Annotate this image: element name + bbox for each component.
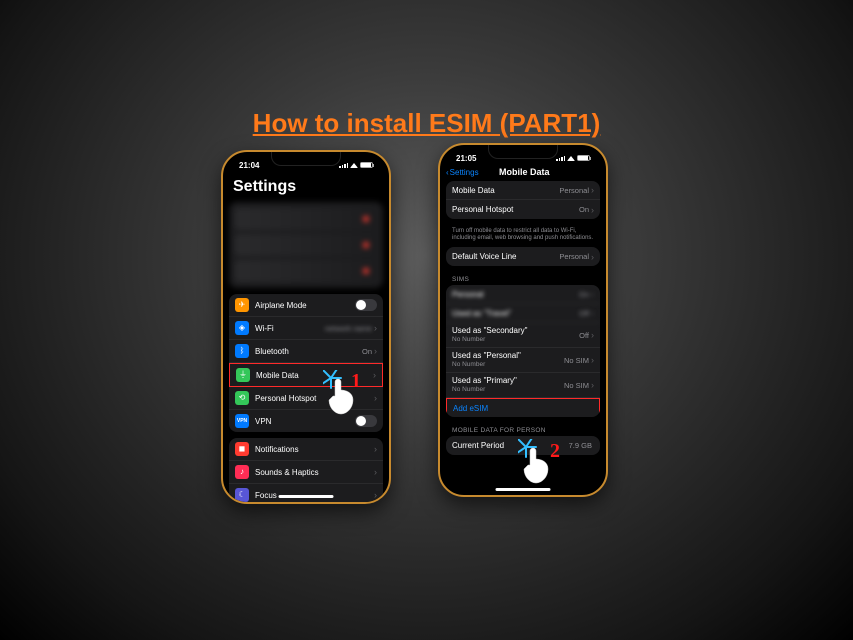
chevron-right-icon: › (374, 467, 377, 477)
battery-icon (577, 155, 590, 161)
row-wifi[interactable]: ◈ Wi-Fi network name › (229, 317, 383, 340)
phone-screenshot-2: 21:05 ‹ Settings Mobile Data Mobile Data… (438, 143, 608, 497)
row-sim[interactable]: Used as "Personal" No Number No SIM › (446, 348, 600, 373)
row-value: 7.9 GB (569, 441, 592, 450)
sim-sublabel: No Number (452, 336, 579, 343)
row-label: Wi-Fi (255, 324, 325, 333)
row-default-voice-line[interactable]: Default Voice Line Personal › (446, 247, 600, 266)
home-indicator (279, 495, 334, 498)
bluetooth-value: On (362, 347, 372, 356)
screen-title: Mobile Data (449, 167, 600, 177)
row-label: Used as "Primary" No Number (452, 377, 564, 393)
chevron-right-icon: › (591, 252, 594, 262)
phone-notch (488, 145, 558, 159)
row-value: No SIM (564, 356, 589, 365)
chevron-right-icon: › (374, 444, 377, 454)
page-title: How to install ESIM (PART1) (0, 108, 853, 139)
row-label: Used as "Personal" No Number (452, 352, 564, 368)
row-mobile-data-plan[interactable]: Mobile Data Personal › (446, 181, 600, 200)
row-value: Personal (559, 252, 589, 261)
row-label: Used as "Travel" (452, 309, 579, 318)
row-label: Notifications (255, 445, 374, 454)
row-add-esim[interactable]: Add eSIM (446, 398, 600, 417)
moon-icon: ☾ (235, 488, 249, 502)
wifi-icon (567, 156, 575, 161)
tap-pointer-2 (518, 439, 568, 489)
row-sim[interactable]: Personal On › (446, 285, 600, 304)
add-esim-label: Add eSIM (453, 404, 593, 413)
chevron-right-icon: › (373, 370, 376, 380)
wifi-row-icon: ◈ (235, 321, 249, 335)
bell-icon: ◼ (235, 442, 249, 456)
settings-title: Settings (229, 174, 383, 202)
phone-notch (271, 152, 341, 166)
row-label: Airplane Mode (255, 301, 355, 310)
profile-card-blurred (229, 202, 383, 288)
mobile-data-group: Mobile Data Personal › Personal Hotspot … (446, 181, 600, 219)
row-sim[interactable]: Used as "Secondary" No Number Off › (446, 323, 600, 348)
status-indicators (556, 155, 590, 161)
row-value: Off (579, 309, 589, 318)
vpn-icon: VPN (235, 414, 249, 428)
usage-section-label: MOBILE DATA FOR PERSON (446, 423, 600, 436)
row-value: On (579, 205, 589, 214)
row-label: Personal Hotspot (452, 205, 579, 214)
row-sim[interactable]: Used as "Travel" Off › (446, 304, 600, 323)
row-value: No SIM (564, 381, 589, 390)
row-label: Used as "Secondary" No Number (452, 327, 579, 343)
wifi-value: network name (325, 324, 372, 333)
row-hotspot[interactable]: Personal Hotspot On › (446, 200, 600, 219)
row-value: Off (579, 331, 589, 340)
status-indicators (339, 162, 373, 168)
row-sounds[interactable]: ♪ Sounds & Haptics › (229, 461, 383, 484)
row-label: Default Voice Line (452, 252, 559, 261)
signal-icon (339, 163, 348, 168)
airplane-toggle[interactable] (355, 299, 377, 311)
nav-bar: ‹ Settings Mobile Data (440, 165, 606, 181)
row-label: Sounds & Haptics (255, 468, 374, 477)
bluetooth-icon: ᛒ (235, 344, 249, 358)
help-text: Turn off mobile data to restrict all dat… (446, 225, 600, 247)
antenna-icon: ⏚ (236, 368, 250, 382)
hotspot-icon: ⟲ (235, 391, 249, 405)
tap-pointer-1 (323, 370, 373, 420)
chevron-right-icon: › (374, 393, 377, 403)
row-focus[interactable]: ☾ Focus › (229, 484, 383, 504)
chevron-right-icon: › (591, 185, 594, 195)
row-label: Personal (452, 290, 579, 299)
chevron-right-icon: › (591, 308, 594, 318)
chevron-right-icon: › (591, 380, 594, 390)
speaker-icon: ♪ (235, 465, 249, 479)
row-value: On (579, 290, 589, 299)
row-value: Personal (559, 186, 589, 195)
row-label: Mobile Data (452, 186, 559, 195)
status-time: 21:04 (239, 161, 259, 170)
row-airplane-mode[interactable]: ✈ Airplane Mode (229, 294, 383, 317)
row-notifications[interactable]: ◼ Notifications › (229, 438, 383, 461)
chevron-right-icon: › (591, 289, 594, 299)
chevron-right-icon: › (374, 346, 377, 356)
airplane-icon: ✈ (235, 298, 249, 312)
chevron-right-icon: › (591, 355, 594, 365)
row-sim[interactable]: Used as "Primary" No Number No SIM › (446, 373, 600, 398)
status-time: 21:05 (456, 154, 476, 163)
voice-line-group: Default Voice Line Personal › (446, 247, 600, 266)
chevron-right-icon: › (374, 323, 377, 333)
chevron-right-icon: › (591, 205, 594, 215)
chevron-right-icon: › (374, 490, 377, 500)
sims-section-label: SIMs (446, 272, 600, 285)
sim-sublabel: No Number (452, 361, 564, 368)
chevron-right-icon: › (591, 330, 594, 340)
row-label: Bluetooth (255, 347, 362, 356)
row-bluetooth[interactable]: ᛒ Bluetooth On › (229, 340, 383, 363)
wifi-icon (350, 163, 358, 168)
sims-group: Personal On › Used as "Travel" Off › Use… (446, 285, 600, 417)
signal-icon (556, 156, 565, 161)
sim-sublabel: No Number (452, 386, 564, 393)
battery-icon (360, 162, 373, 168)
phone-screenshot-1: 21:04 Settings ✈ Airplane Mode ◈ Wi-Fi n… (221, 150, 391, 504)
